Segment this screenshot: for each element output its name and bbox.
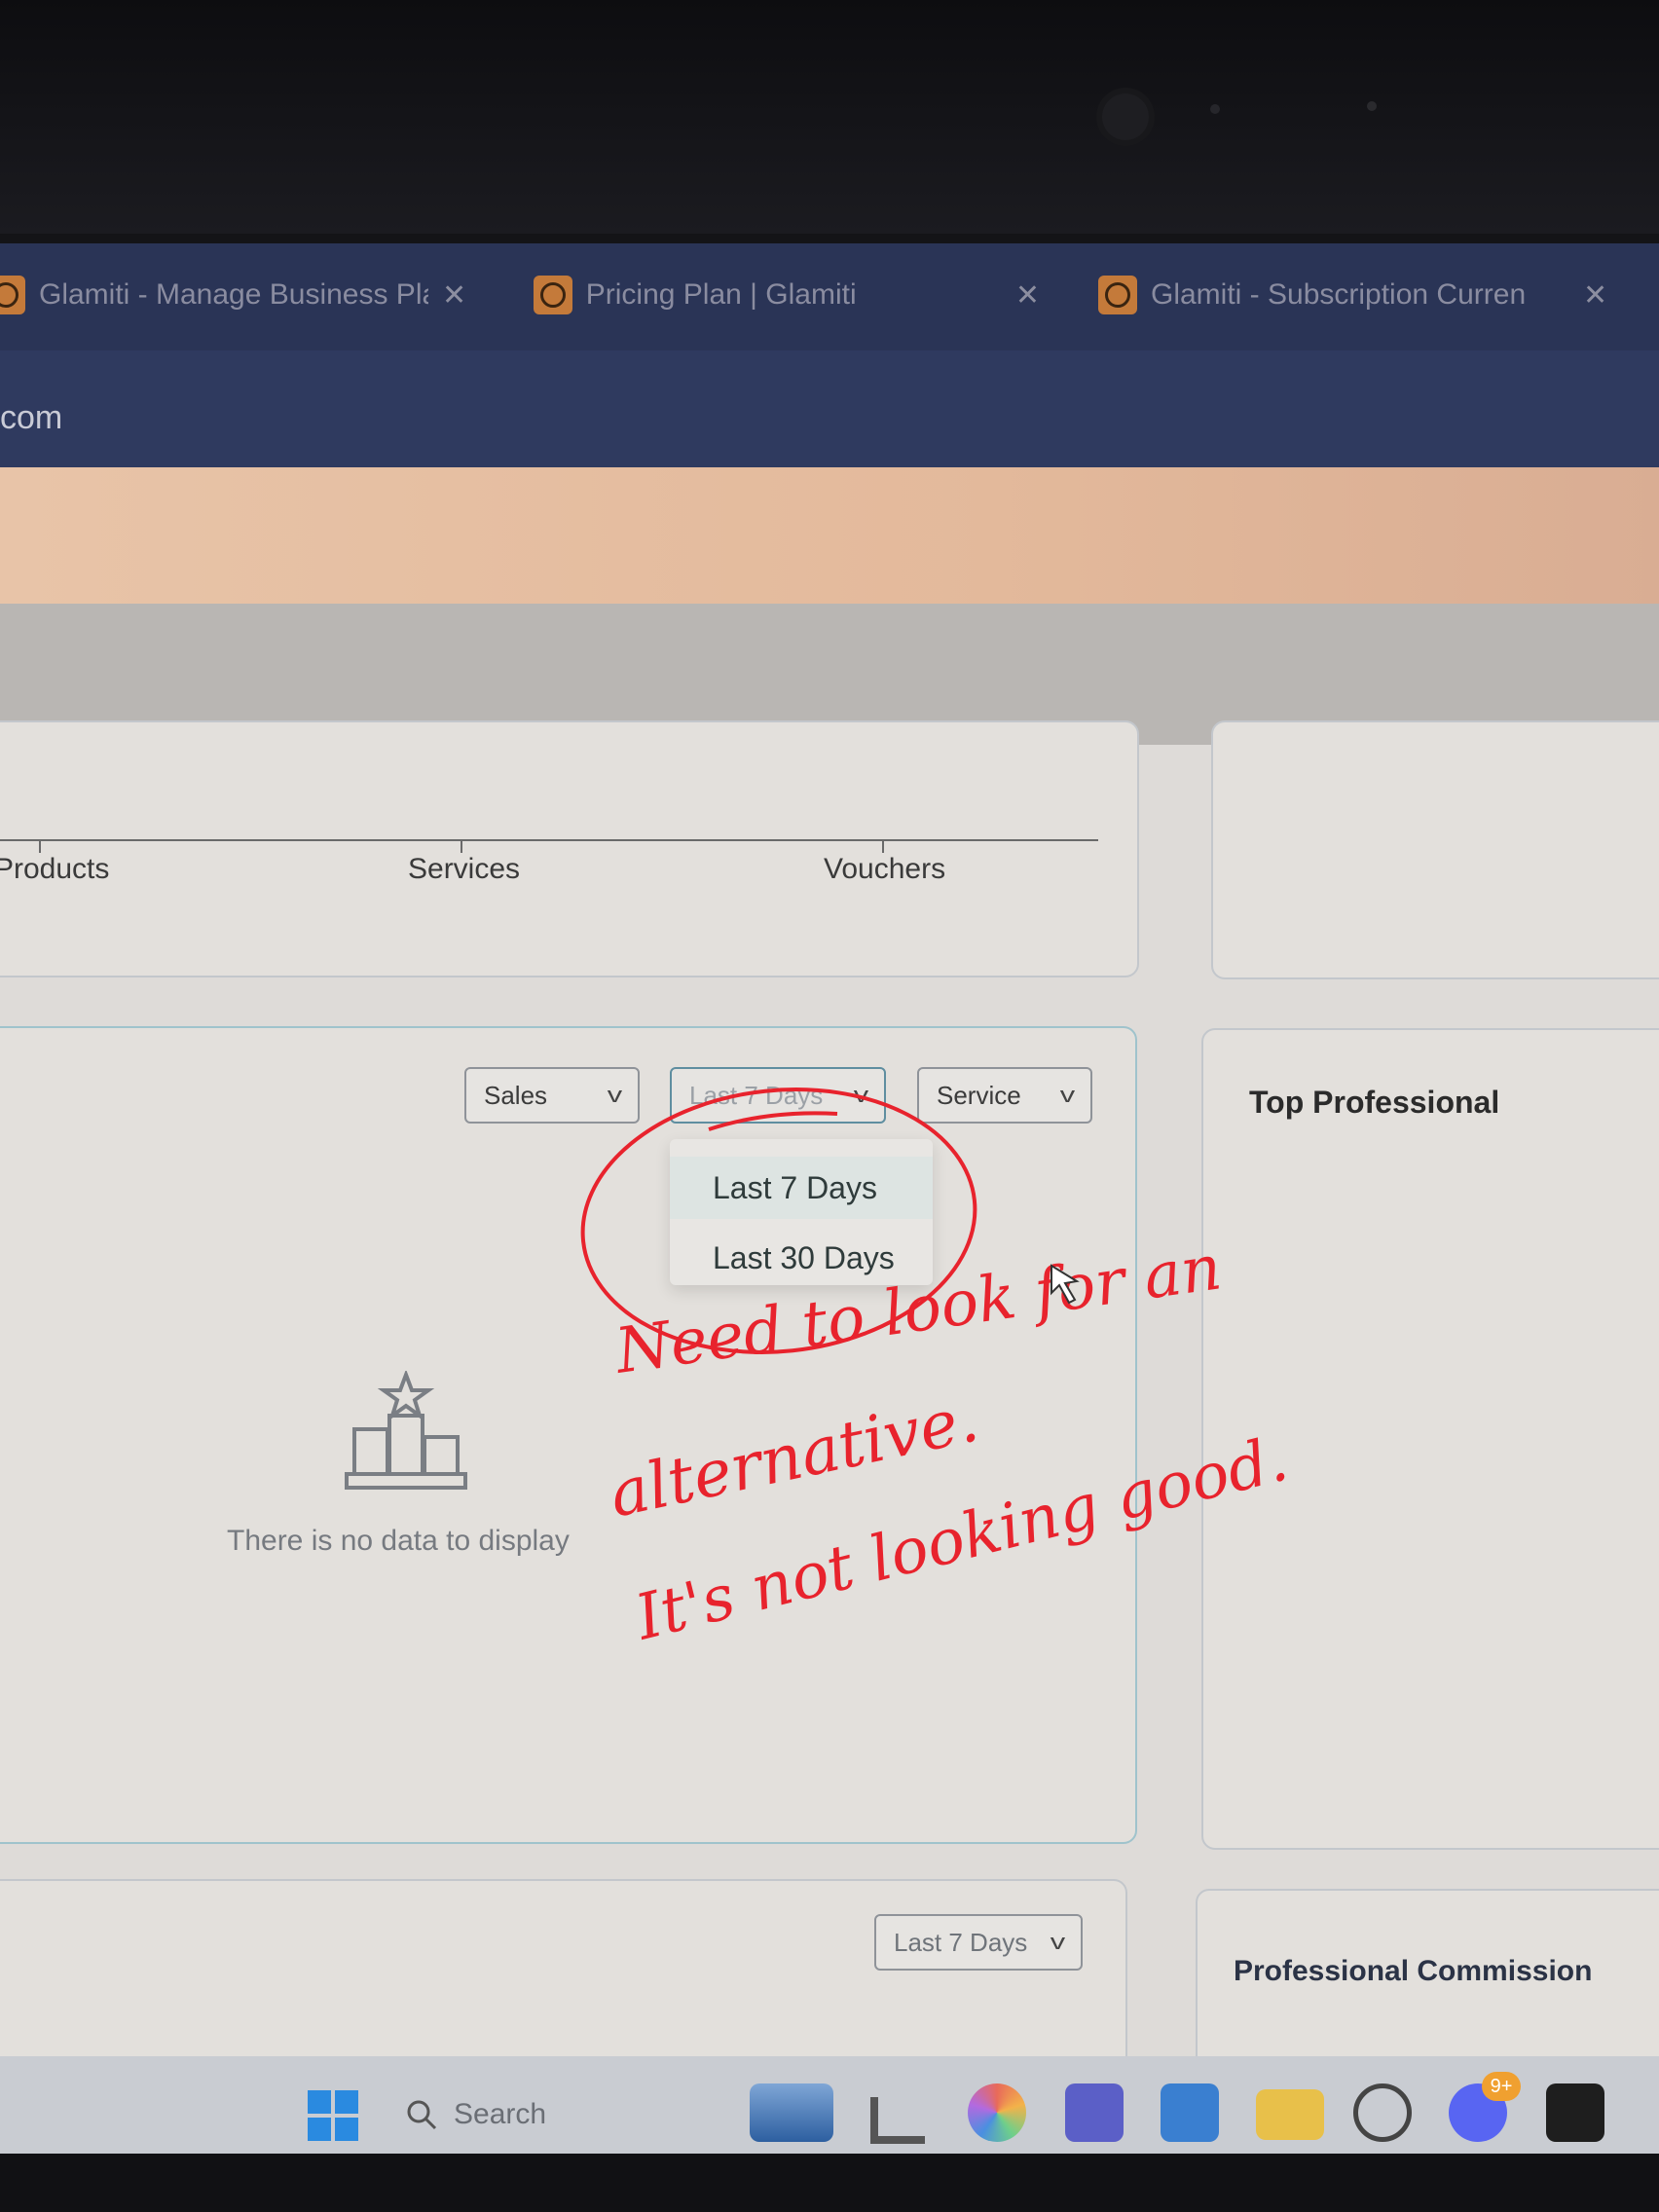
type-select-value: Service — [937, 1080, 1021, 1110]
period-dropdown-menu: Last 7 Days Last 30 Days — [670, 1139, 933, 1285]
notification-badge: 9+ — [1482, 2072, 1521, 2101]
tab-title: Glamiti - Manage Business Plan — [39, 278, 428, 311]
chevron-down-icon: v — [1050, 1930, 1066, 1954]
commission-period-value: Last 7 Days — [894, 1927, 1028, 1957]
chatgpt-icon[interactable] — [1353, 2083, 1412, 2142]
summary-card — [1211, 720, 1659, 979]
podium-icon — [345, 1369, 467, 1492]
webcam — [1102, 93, 1149, 140]
professional-commission-title: Professional Commission — [1234, 1955, 1593, 1987]
chevron-down-icon: v — [607, 1083, 623, 1107]
commission-period-select[interactable]: Last 7 Days v — [874, 1914, 1083, 1971]
chart-x-axis — [0, 839, 1098, 841]
glamiti-logo-icon — [534, 276, 572, 314]
windows-start-icon[interactable] — [308, 2090, 358, 2141]
chevron-down-icon: v — [853, 1083, 869, 1107]
address-text: com — [0, 399, 63, 436]
file-explorer-icon[interactable] — [1256, 2089, 1324, 2140]
sales-chart-card — [0, 720, 1139, 977]
x-tick-label: Services — [408, 853, 521, 885]
tab-title: Pricing Plan | Glamiti — [585, 278, 857, 311]
dropdown-option[interactable]: Last 30 Days — [670, 1227, 933, 1289]
empty-state-message: There is no data to display — [227, 1525, 570, 1557]
type-select[interactable]: Service v — [917, 1067, 1092, 1124]
page-banner — [0, 467, 1659, 604]
close-icon[interactable]: ✕ — [1583, 278, 1607, 313]
period-select-value: Last 7 Days — [689, 1080, 824, 1110]
sensor-dot — [1367, 101, 1377, 111]
search-icon — [407, 2100, 437, 2130]
chevron-down-icon: v — [1059, 1083, 1076, 1107]
store-icon[interactable] — [1161, 2083, 1219, 2142]
screen: Glamiti - Manage Business Plan ✕ Pricing… — [0, 243, 1659, 2154]
address-bar[interactable] — [0, 350, 1659, 467]
top-professional-panel — [1201, 1028, 1659, 1850]
top-professional-card — [0, 1026, 1137, 1844]
x-tick-label: Products — [0, 853, 110, 885]
browser-tab[interactable]: Glamiti - Manage Business Plan ✕ — [0, 261, 493, 329]
dropdown-option[interactable]: Last 7 Days — [670, 1157, 933, 1219]
sensor-dot — [1210, 104, 1220, 114]
metric-select-value: Sales — [484, 1080, 548, 1110]
axis-tick — [39, 839, 41, 853]
tab-title: Glamiti - Subscription Curren — [1151, 278, 1527, 311]
top-professional-title: Top Professional — [1249, 1085, 1500, 1120]
browser-tab[interactable]: Pricing Plan | Glamiti ✕ — [534, 261, 1040, 329]
teams-icon[interactable] — [1065, 2083, 1124, 2142]
search-label: Search — [454, 2098, 547, 2130]
figma-icon[interactable] — [1546, 2083, 1604, 2142]
glamiti-logo-icon — [0, 276, 25, 314]
close-icon[interactable]: ✕ — [1015, 278, 1040, 313]
glamiti-logo-icon — [1098, 276, 1137, 314]
axis-tick — [461, 839, 462, 853]
copilot-icon[interactable] — [968, 2083, 1026, 2142]
period-select[interactable]: Last 7 Days v — [670, 1067, 886, 1124]
browser-tab[interactable]: Glamiti - Subscription Curren ✕ — [1098, 261, 1659, 329]
task-view-icon[interactable] — [870, 2097, 925, 2144]
x-tick-label: Vouchers — [824, 853, 946, 885]
laptop-bezel — [0, 0, 1659, 234]
laptop-bezel-bottom — [0, 2154, 1659, 2212]
close-icon[interactable]: ✕ — [442, 278, 466, 313]
taskbar-search[interactable]: Search — [389, 2079, 682, 2151]
metric-select[interactable]: Sales v — [464, 1067, 640, 1124]
axis-tick — [882, 839, 884, 853]
widgets-icon[interactable] — [750, 2083, 833, 2142]
